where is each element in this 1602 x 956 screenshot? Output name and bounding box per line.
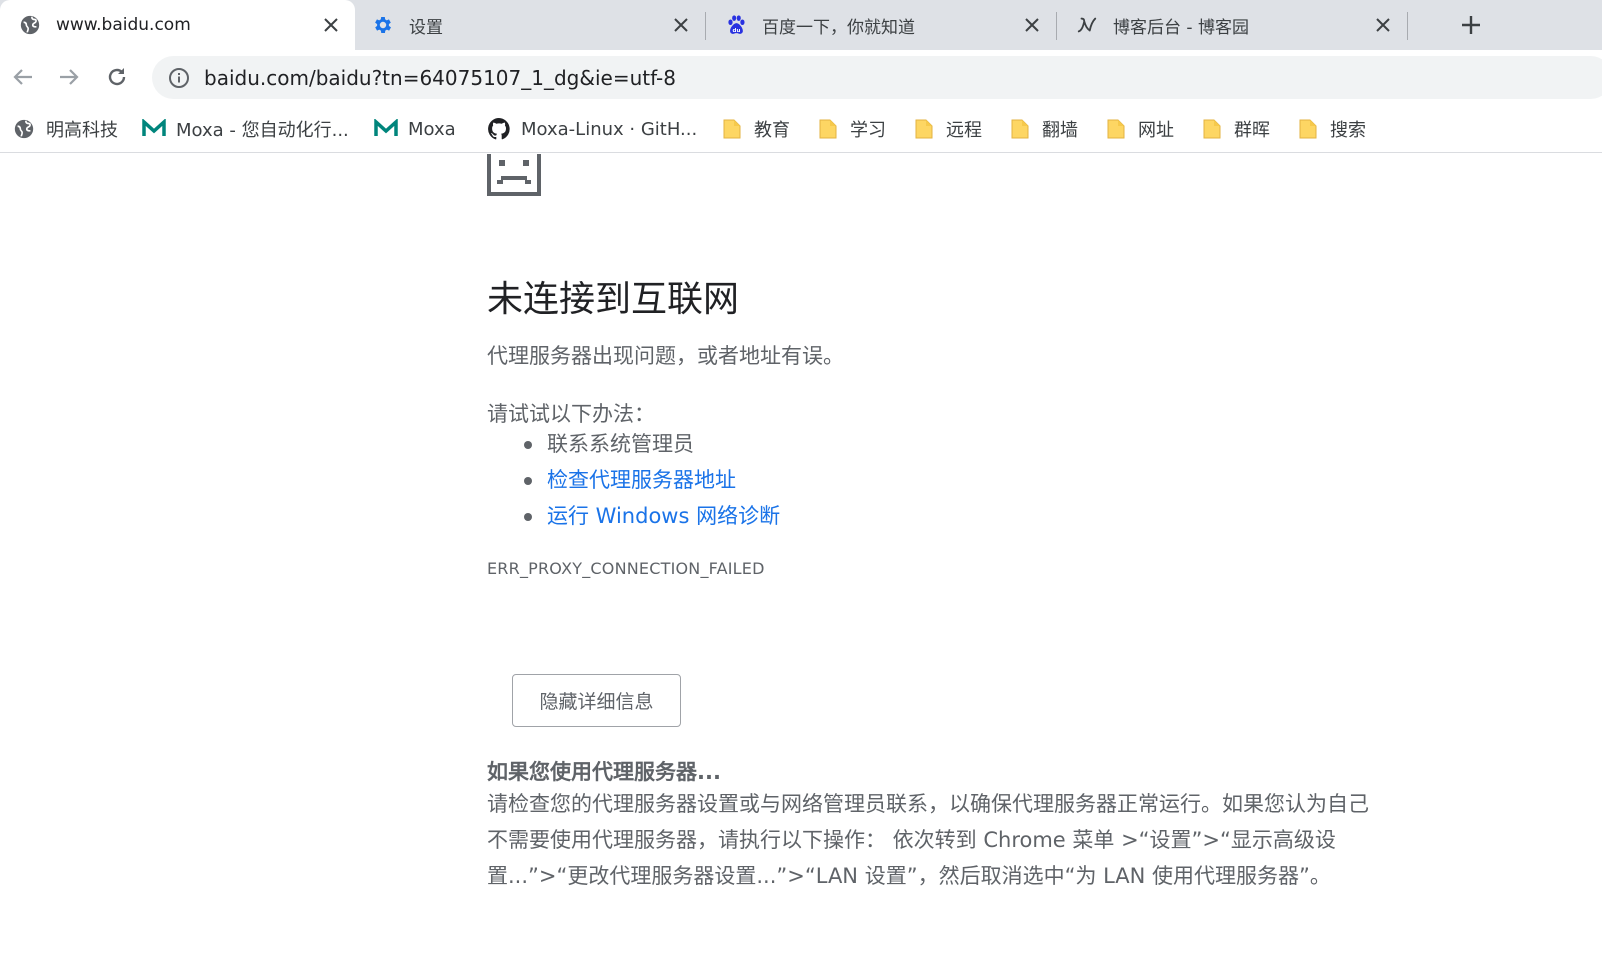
bookmark-folder-education[interactable]: 教育 <box>720 114 790 144</box>
tab-title: 设置 <box>409 17 443 38</box>
tab-settings[interactable]: 设置 <box>353 0 705 50</box>
bookmarks-bar: 明高科技 Moxa - 您自动化行... Moxa Moxa-Linux · G… <box>0 105 1602 153</box>
bookmark-minggao[interactable]: 明高科技 <box>12 114 118 144</box>
bookmark-moxa-automation[interactable]: Moxa - 您自动化行... <box>142 114 349 144</box>
bookmark-folder-urls[interactable]: 网址 <box>1104 114 1174 144</box>
folder-icon <box>720 117 744 141</box>
url-text[interactable]: baidu.com/baidu?tn=64075107_1_dg&ie=utf-… <box>204 66 676 90</box>
moxa-logo-icon <box>142 117 166 141</box>
tab-baidu-search[interactable]: du 百度一下，你就知道 <box>706 0 1056 50</box>
tab-cnblogs[interactable]: 博客后台 - 博客园 <box>1057 0 1407 50</box>
bookmark-folder-study[interactable]: 学习 <box>816 114 886 144</box>
error-code: ERR_PROXY_CONNECTION_FAILED <box>487 559 765 578</box>
bookmark-folder-remote[interactable]: 远程 <box>912 114 982 144</box>
arrow-left-icon <box>13 69 32 85</box>
folder-icon <box>912 117 936 141</box>
suggestions-list: 联系系统管理员 检查代理服务器地址 运行 Windows 网络诊断 <box>520 426 780 534</box>
bookmark-moxa-linux-github[interactable]: Moxa-Linux · GitH... <box>487 114 697 144</box>
baidu-paw-icon: du <box>724 13 748 37</box>
tab-title: 百度一下，你就知道 <box>762 17 915 38</box>
toolbar: baidu.com/baidu?tn=64075107_1_dg&ie=utf-… <box>0 50 1602 105</box>
cnblogs-icon <box>1075 13 1099 37</box>
reload-button[interactable] <box>104 64 130 90</box>
suggestions-label: 请试试以下办法： <box>487 402 655 426</box>
suggestion-contact-admin: 联系系统管理员 <box>520 426 780 462</box>
suggestion-run-diagnostics-link[interactable]: 运行 Windows 网络诊断 <box>520 498 780 534</box>
bookmark-moxa[interactable]: Moxa <box>374 114 456 144</box>
error-subtitle: 代理服务器出现问题，或者地址有误。 <box>487 344 844 368</box>
close-icon[interactable] <box>321 15 341 35</box>
back-button[interactable] <box>10 64 36 90</box>
globe-icon <box>18 13 42 37</box>
new-tab-button[interactable] <box>1458 12 1484 38</box>
folder-icon <box>1008 117 1032 141</box>
close-icon[interactable] <box>671 15 691 35</box>
tab-separator <box>1407 12 1408 40</box>
details-heading: 如果您使用代理服务器... <box>487 760 721 784</box>
folder-icon <box>1104 117 1128 141</box>
folder-icon <box>816 117 840 141</box>
tab-baidu-active[interactable]: www.baidu.com <box>0 0 355 50</box>
tab-title: 博客后台 - 博客园 <box>1113 17 1249 38</box>
error-page: 未连接到互联网 代理服务器出现问题，或者地址有误。 请试试以下办法： 联系系统管… <box>0 154 1602 956</box>
info-icon[interactable] <box>168 67 190 89</box>
tab-title: www.baidu.com <box>56 15 191 35</box>
github-icon <box>487 117 511 141</box>
reload-icon <box>108 68 126 86</box>
close-icon[interactable] <box>1373 15 1393 35</box>
bookmark-folder-vpn[interactable]: 翻墙 <box>1008 114 1078 144</box>
hide-details-button[interactable]: 隐藏详细信息 <box>512 674 681 727</box>
bookmark-folder-synology[interactable]: 群晖 <box>1200 114 1270 144</box>
forward-button[interactable] <box>56 64 82 90</box>
folder-icon <box>1296 117 1320 141</box>
gear-icon <box>371 13 395 37</box>
globe-icon <box>12 117 36 141</box>
suggestion-check-proxy-link[interactable]: 检查代理服务器地址 <box>520 462 780 498</box>
tab-strip: www.baidu.com 设置 du 百度一下，你就知道 博客后台 - 博客园 <box>0 0 1602 50</box>
folder-icon <box>1200 117 1224 141</box>
svg-text:du: du <box>733 28 741 34</box>
close-icon[interactable] <box>1022 15 1042 35</box>
details-body: 请检查您的代理服务器设置或与网络管理员联系，以确保代理服务器正常运行。如果您认为… <box>487 792 1369 888</box>
address-bar[interactable]: baidu.com/baidu?tn=64075107_1_dg&ie=utf-… <box>152 56 1602 99</box>
bookmark-folder-search[interactable]: 搜索 <box>1296 114 1366 144</box>
arrow-right-icon <box>60 69 79 85</box>
plus-icon <box>1462 16 1480 34</box>
moxa-logo-icon <box>374 117 398 141</box>
sad-page-icon <box>487 154 541 196</box>
error-heading: 未连接到互联网 <box>487 279 740 320</box>
